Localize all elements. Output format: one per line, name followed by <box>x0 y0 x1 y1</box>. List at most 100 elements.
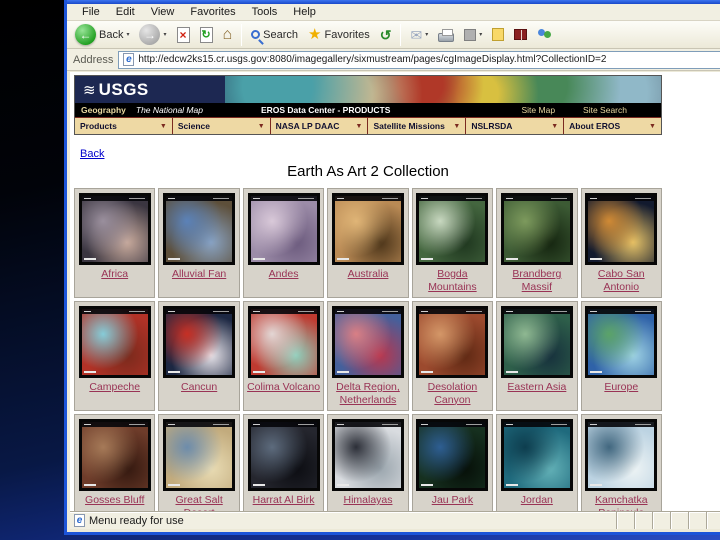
gallery-item-link[interactable]: Australia <box>348 268 389 281</box>
image-gallery-grid: Africa Alluvial Fan Andes Australia Bogd… <box>74 188 662 511</box>
satellite-thumbnail[interactable] <box>331 419 404 491</box>
eros-center-label: EROS Data Center - PRODUCTS <box>260 105 391 115</box>
gallery-item-link[interactable]: Colima Volcano <box>247 381 320 394</box>
menu-item[interactable]: View <box>144 5 182 19</box>
usgs-nav-bar: Products ▼ Science ▼ NASA LP DAAC ▼ Sate… <box>75 117 661 134</box>
home-icon: ⌂ <box>222 25 233 43</box>
stop-button[interactable]: × <box>173 26 194 44</box>
gallery-item-link[interactable]: Cancun <box>181 381 217 394</box>
thumbnail-scale-bar <box>421 371 434 373</box>
nav-dropdown-item[interactable]: Products ▼ <box>75 118 173 134</box>
home-button[interactable]: ⌂ <box>219 26 237 44</box>
forward-dropdown-icon[interactable]: ▾ <box>163 31 166 38</box>
satellite-thumbnail[interactable] <box>331 306 404 378</box>
gallery-item-link[interactable]: Harrat Al Birk <box>253 494 315 507</box>
geography-link[interactable]: Geography <box>81 105 126 115</box>
satellite-thumbnail[interactable] <box>247 193 320 265</box>
satellite-thumbnail[interactable] <box>585 306 658 378</box>
gallery-item-link[interactable]: Europe <box>604 381 638 394</box>
thumbnail-scale-bar <box>336 371 349 373</box>
satellite-thumbnail[interactable] <box>331 193 404 265</box>
discuss-button[interactable] <box>488 27 508 42</box>
gallery-item-link[interactable]: Desolation Canyon <box>413 381 492 406</box>
satellite-thumbnail[interactable] <box>585 193 658 265</box>
usgs-logo[interactable]: ≋ USGS <box>75 76 225 103</box>
menu-item[interactable]: Favorites <box>183 5 242 19</box>
thumbnail-scale-bar <box>83 258 96 260</box>
nav-dropdown-item[interactable]: Science ▼ <box>173 118 271 134</box>
satellite-thumbnail[interactable] <box>247 419 320 491</box>
menu-item[interactable]: Edit <box>109 5 142 19</box>
gallery-item-link[interactable]: Great Salt Desert <box>159 494 238 511</box>
page-back-link[interactable]: Back <box>80 148 104 160</box>
gallery-item-link[interactable]: Bogda Mountains <box>413 268 492 293</box>
discuss-icon <box>492 28 505 41</box>
satellite-thumbnail[interactable] <box>247 306 320 378</box>
satellite-thumbnail[interactable] <box>500 306 573 378</box>
gallery-item-link[interactable]: Jordan <box>521 494 553 507</box>
satellite-thumbnail[interactable] <box>78 193 151 265</box>
satellite-thumbnail[interactable] <box>78 419 151 491</box>
favorites-button[interactable]: ★ Favorites <box>304 26 374 43</box>
satellite-thumbnail[interactable] <box>500 193 573 265</box>
thumbnail-caption-bar <box>419 196 486 201</box>
thumbnail-caption-bar <box>166 196 233 201</box>
gallery-item: Australia <box>327 188 409 298</box>
status-text: Menu ready for use <box>89 514 184 527</box>
gallery-item-link[interactable]: Himalayas <box>343 494 392 507</box>
gallery-item-link[interactable]: Campeche <box>89 381 140 394</box>
site-map-link[interactable]: Site Map <box>522 105 556 115</box>
gallery-item-link[interactable]: Gosses Bluff <box>85 494 144 507</box>
back-icon: ← <box>75 24 96 45</box>
back-button[interactable]: ← Back ▾ <box>71 23 133 46</box>
satellite-thumbnail[interactable] <box>163 193 236 265</box>
back-label: Back <box>99 28 124 41</box>
satellite-thumbnail[interactable] <box>416 419 489 491</box>
toolbar-separator <box>241 23 243 46</box>
forward-button[interactable]: → ▾ <box>135 23 170 46</box>
messenger-button[interactable] <box>533 27 557 42</box>
satellite-thumbnail[interactable] <box>163 419 236 491</box>
mail-button[interactable]: ✉ ▾ <box>406 27 432 43</box>
research-button[interactable] <box>510 28 531 41</box>
national-map-link[interactable]: The National Map <box>136 105 203 115</box>
address-input[interactable]: e http://edcw2ks15.cr.usgs.gov:8080/imag… <box>118 50 720 69</box>
satellite-thumbnail[interactable] <box>416 306 489 378</box>
thumbnail-caption-bar <box>250 309 317 314</box>
menu-item[interactable]: Tools <box>245 5 285 19</box>
nav-dropdown-item[interactable]: Satellite Missions ▼ <box>368 118 467 134</box>
history-button[interactable]: ↺ <box>376 27 396 43</box>
gallery-item-link[interactable]: Alluvial Fan <box>172 268 226 281</box>
edit-dropdown-icon[interactable]: ▾ <box>479 31 482 38</box>
gallery-item-link[interactable]: Eastern Asia <box>507 381 566 394</box>
refresh-button[interactable]: ↻ <box>196 26 217 44</box>
gallery-item-link[interactable]: Africa <box>101 268 128 281</box>
gallery-item-link[interactable]: Brandberg Massif <box>497 268 576 293</box>
gallery-item-link[interactable]: Jau Park <box>432 494 473 507</box>
gallery-item-link[interactable]: Kamchatka Peninsula <box>582 494 661 511</box>
mail-dropdown-icon[interactable]: ▾ <box>425 31 428 38</box>
gallery-item-link[interactable]: Andes <box>269 268 299 281</box>
satellite-thumbnail[interactable] <box>163 306 236 378</box>
edit-button[interactable]: ▾ <box>460 28 486 42</box>
gallery-item-link[interactable]: Cabo San Antonio <box>582 268 661 293</box>
site-search-link[interactable]: Site Search <box>583 105 627 115</box>
nav-dropdown-item[interactable]: NASA LP DAAC ▼ <box>271 118 369 134</box>
print-button[interactable] <box>434 27 458 43</box>
menu-item[interactable]: File <box>75 5 107 19</box>
satellite-thumbnail[interactable] <box>78 306 151 378</box>
satellite-thumbnail[interactable] <box>416 193 489 265</box>
menu-item[interactable]: Help <box>286 5 323 19</box>
thumbnail-caption-bar <box>334 196 401 201</box>
search-button[interactable]: Search <box>247 28 302 42</box>
satellite-thumbnail[interactable] <box>500 419 573 491</box>
gallery-item-link[interactable]: Delta Region, Netherlands <box>328 381 407 406</box>
nav-dropdown-item[interactable]: About EROS ▼ <box>564 118 661 134</box>
satellite-thumbnail[interactable] <box>585 419 658 491</box>
thumbnail-scale-bar <box>421 484 434 486</box>
nav-dropdown-item[interactable]: NSLRSDA ▼ <box>466 118 565 134</box>
thumbnail-scale-bar <box>590 484 603 486</box>
gallery-item: Cancun <box>158 301 240 411</box>
ie-logo-glyph: e <box>126 53 132 65</box>
back-dropdown-icon[interactable]: ▾ <box>126 31 129 38</box>
